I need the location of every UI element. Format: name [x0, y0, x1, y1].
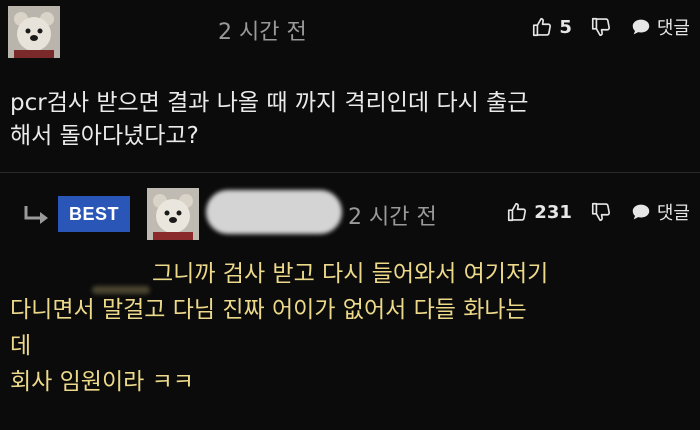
- divider: [0, 172, 700, 173]
- reply-arrow-icon: [24, 206, 48, 224]
- speech-bubble-icon: [632, 19, 650, 35]
- reply-timestamp: 2 시간 전: [348, 205, 437, 230]
- comment-actions: 5 댓글: [513, 14, 690, 40]
- thumbs-up-icon: [508, 202, 527, 222]
- like-count: 231: [534, 201, 572, 223]
- bear-avatar-image: [147, 188, 199, 240]
- avatar[interactable]: [8, 6, 60, 58]
- reply-line: 다니면서 말걸고 다님 진짜 어이가 없어서 다들 화나는: [10, 297, 527, 323]
- reply-avatar[interactable]: [147, 188, 199, 240]
- reply-button[interactable]: 댓글: [630, 14, 690, 40]
- reply-label: 댓글: [656, 203, 690, 224]
- comment-line: pcr검사 받으면 결과 나올 때 까지 격리인데 다시 출근: [10, 90, 529, 116]
- bear-avatar-image: [8, 6, 60, 58]
- reply-line: 그니까 검사 받고 다시 들어와서 여기저기: [152, 261, 549, 287]
- reply-actions: 231 댓글: [488, 199, 690, 225]
- best-badge: BEST: [58, 196, 130, 232]
- reply-body: 그니까 검사 받고 다시 들어와서 여기저기 다니면서 말걸고 다님 진짜 어이…: [10, 256, 700, 400]
- reply-label: 댓글: [656, 18, 690, 39]
- like-button[interactable]: 231: [506, 201, 572, 223]
- comment-line: 해서 돌아다녔다고?: [10, 123, 199, 149]
- dislike-button[interactable]: [590, 201, 612, 223]
- like-count: 5: [559, 16, 572, 38]
- like-button[interactable]: 5: [531, 16, 572, 38]
- comment-timestamp: 2 시간 전: [218, 20, 307, 45]
- reply-button[interactable]: 댓글: [630, 199, 690, 225]
- dislike-button[interactable]: [590, 16, 612, 38]
- reply-line: 회사 임원이라 ㅋㅋ: [10, 369, 194, 395]
- comment-body: pcr검사 받으면 결과 나올 때 까지 격리인데 다시 출근 해서 돌아다녔다…: [10, 87, 690, 153]
- reply-line: 데: [10, 333, 32, 359]
- speech-bubble-icon: [632, 204, 650, 220]
- thumbs-down-icon: [591, 202, 610, 222]
- thumbs-up-icon: [533, 17, 552, 37]
- thumbs-down-icon: [591, 17, 610, 37]
- redacted-username: [206, 190, 342, 234]
